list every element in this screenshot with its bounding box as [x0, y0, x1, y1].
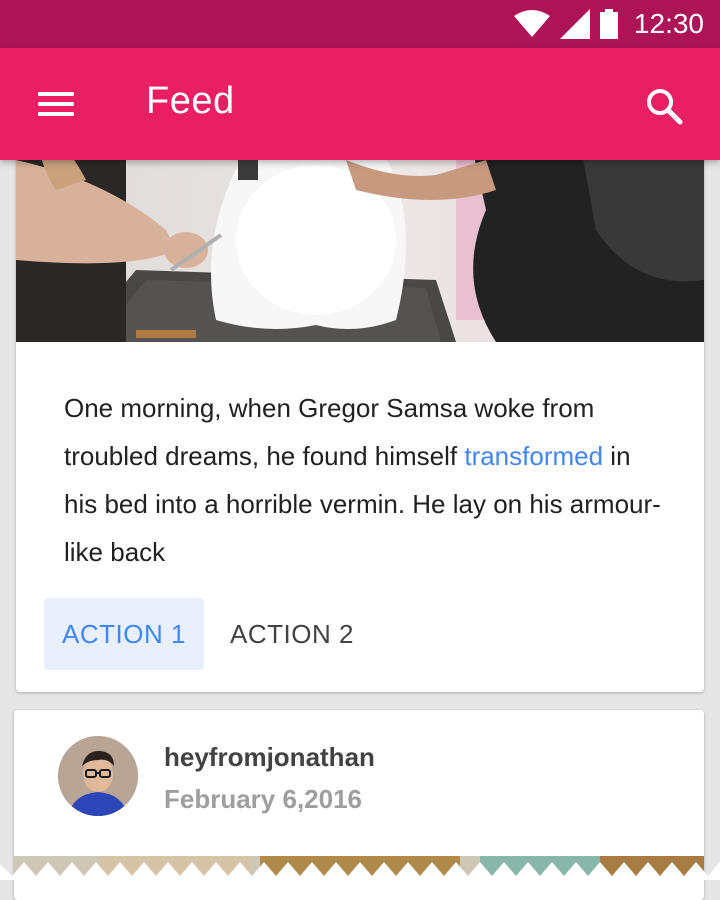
menu-icon[interactable]	[36, 86, 76, 122]
avatar[interactable]	[58, 736, 138, 816]
action-2-button[interactable]: ACTION 2	[212, 598, 372, 670]
status-time: 12:30	[633, 8, 704, 39]
transformed-link[interactable]: transformed	[464, 441, 603, 471]
feed-card: One morning, when Gregor Samsa woke from…	[16, 120, 704, 692]
status-icons: 12:30	[513, 0, 704, 48]
card-actions: ACTION 1 ACTION 2	[44, 598, 372, 670]
torn-edge	[0, 856, 720, 880]
action-1-button[interactable]: ACTION 1	[44, 598, 204, 670]
signal-icon	[559, 9, 590, 39]
status-bar: 12:30	[0, 0, 720, 48]
wifi-icon	[513, 10, 550, 37]
card-body-text: One morning, when Gregor Samsa woke from…	[64, 384, 664, 576]
page-title: Feed	[146, 80, 235, 122]
post-username[interactable]: heyfromjonathan	[164, 742, 375, 773]
app-bar: Feed	[0, 48, 720, 160]
search-icon[interactable]	[640, 82, 688, 130]
battery-icon	[599, 9, 618, 39]
post-date: February 6,2016	[164, 784, 363, 814]
